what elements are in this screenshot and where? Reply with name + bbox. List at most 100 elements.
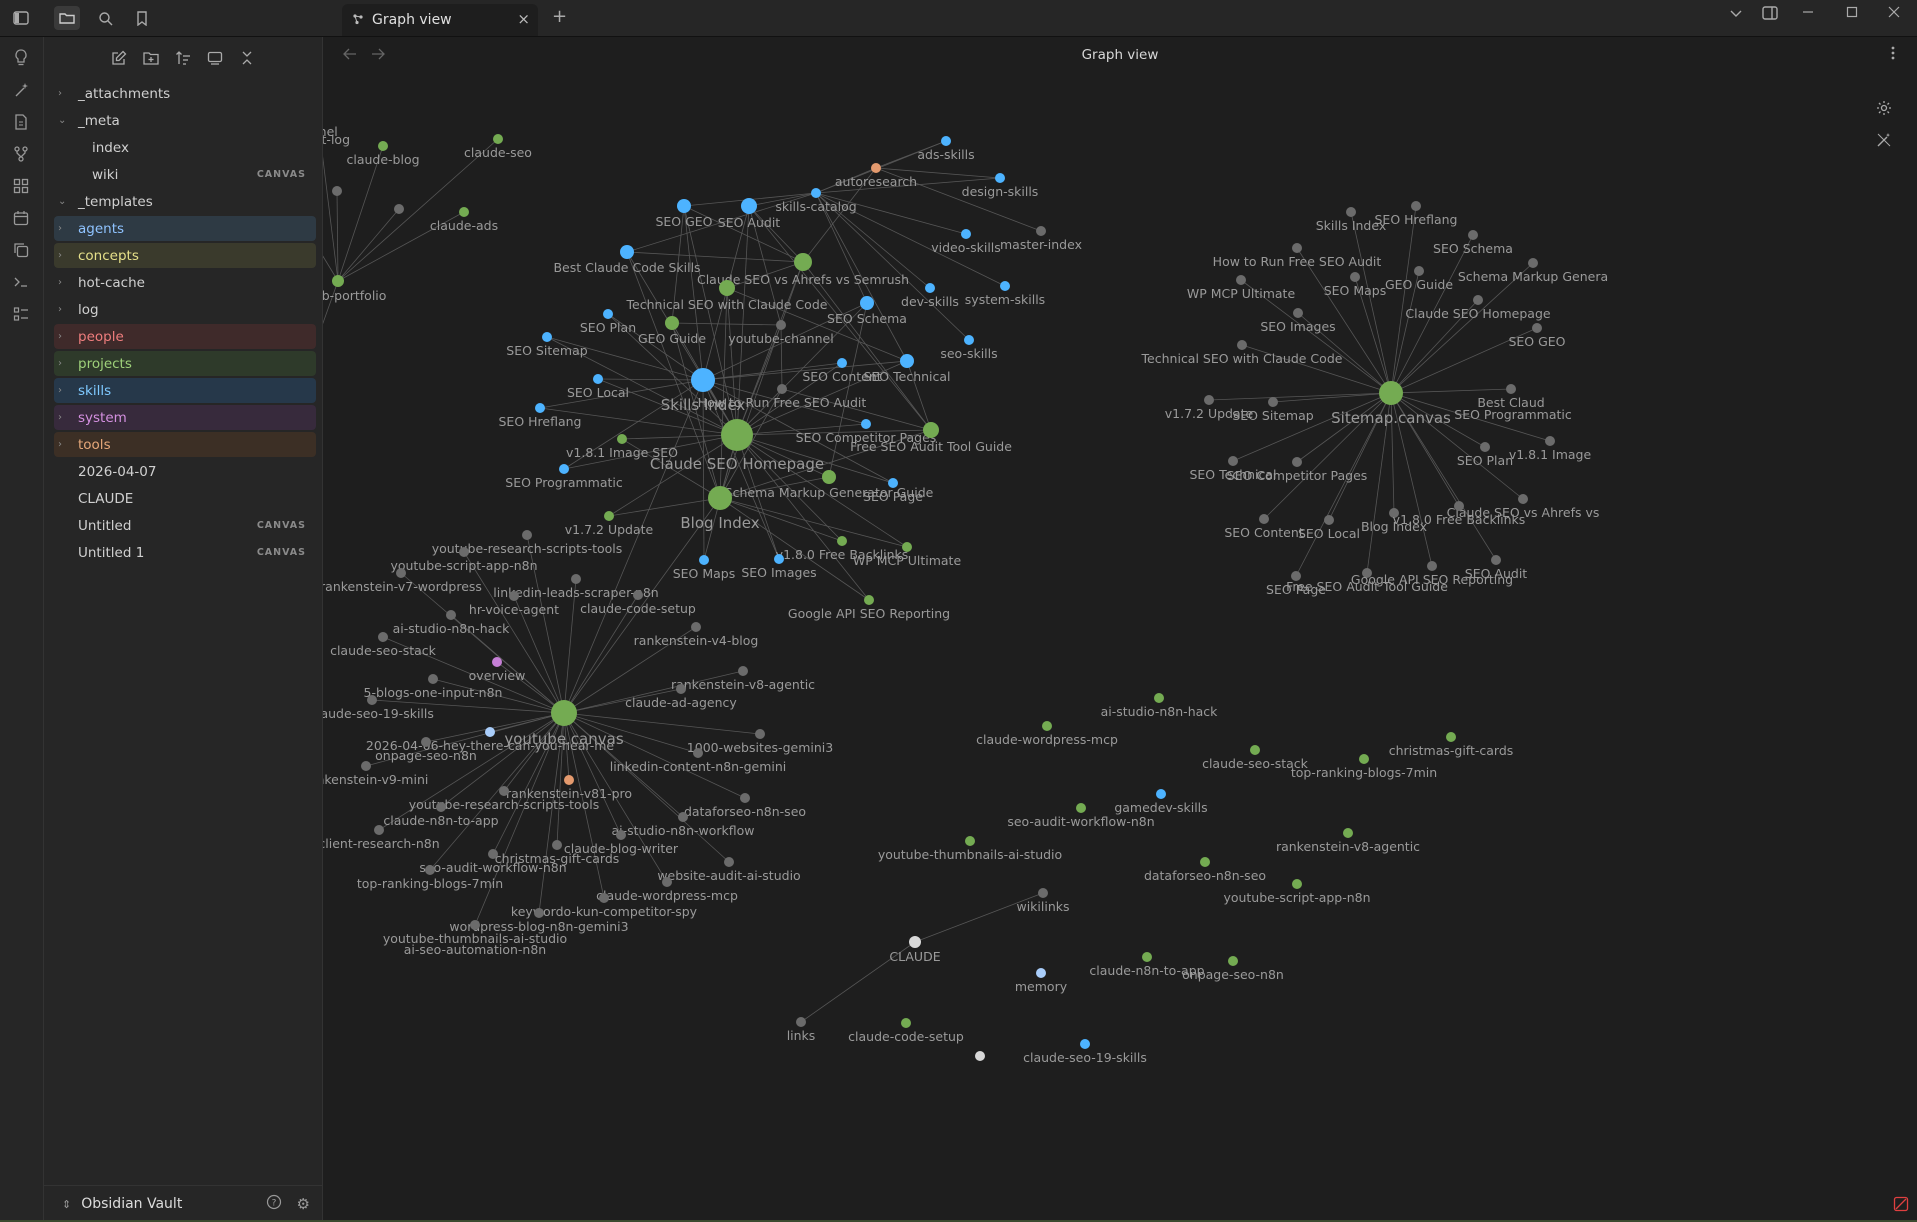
graph-node[interactable]: SEO Content — [1224, 514, 1304, 540]
sync-error-icon[interactable] — [1893, 1196, 1909, 1216]
graph-node[interactable]: SEO Plan — [1457, 442, 1513, 468]
minimize-icon[interactable] — [1794, 6, 1822, 22]
folder-icon[interactable] — [54, 6, 80, 30]
graph-node-dot[interactable] — [535, 403, 545, 413]
graph-node-dot[interactable] — [593, 374, 603, 384]
tree-item[interactable]: ⌄ _templates — [54, 189, 316, 214]
graph-node-dot[interactable] — [1000, 281, 1010, 291]
graph-node-dot[interactable] — [965, 836, 975, 846]
graph-node-dot[interactable] — [603, 309, 613, 319]
graph-node-dot[interactable] — [534, 908, 544, 918]
graph-node-dot[interactable] — [740, 793, 750, 803]
graph-node-dot[interactable] — [871, 163, 881, 173]
graph-node[interactable]: ai-seo-automation-n8n — [404, 942, 546, 957]
graph-node[interactable]: github-portfolio — [323, 275, 386, 303]
graph-node[interactable]: 1000-websites-gemini3 — [687, 729, 833, 755]
graph-node[interactable]: SEO Maps — [1324, 272, 1387, 298]
graph-node[interactable]: WP MCP Ultimate — [853, 542, 962, 568]
tree-item[interactable]: › people — [54, 324, 316, 349]
graph-node-dot[interactable] — [1532, 323, 1542, 333]
graph-node[interactable]: SEO Programmatic — [505, 464, 623, 490]
graph-node-dot[interactable] — [961, 229, 971, 239]
graph-node-dot[interactable] — [1343, 828, 1353, 838]
new-tab-button[interactable]: + — [552, 6, 567, 27]
graph-node-dot[interactable] — [677, 199, 691, 213]
graph-node-dot[interactable] — [559, 464, 569, 474]
graph-node[interactable]: SEO Maps — [673, 555, 736, 581]
graph-canvas[interactable]: channelingest-logclaude-blogclaude-seoe-… — [323, 37, 1917, 1222]
terminal-icon[interactable] — [9, 270, 33, 294]
graph-node-dot[interactable] — [860, 296, 874, 310]
graph-node[interactable] — [332, 186, 342, 196]
graph-node[interactable]: website-audit-ai-studio — [657, 857, 801, 883]
graph-node-dot[interactable] — [676, 684, 686, 694]
graph-node[interactable]: skills-catalog — [775, 188, 857, 214]
graph-node-dot[interactable] — [964, 335, 974, 345]
graph-node-dot[interactable] — [361, 761, 371, 771]
graph-node[interactable]: SEO Schema — [827, 296, 907, 326]
search-icon[interactable] — [92, 6, 118, 30]
graph-node-dot[interactable] — [794, 253, 812, 271]
graph-node-dot[interactable] — [822, 470, 836, 484]
graph-node[interactable]: youtube-thumbnails-ai-studio — [878, 836, 1062, 862]
graph-node-dot[interactable] — [620, 245, 634, 259]
graph-node-dot[interactable] — [1250, 745, 1260, 755]
graph-node[interactable]: claude-blog — [346, 141, 420, 167]
graph-node[interactable]: dev-skills — [901, 283, 959, 309]
graph-node[interactable]: claude-wordpress-mcp — [976, 721, 1118, 747]
graph-node[interactable]: Best Claude Code Skills — [553, 245, 701, 275]
graph-node[interactable]: christmas-gift-cards — [1389, 732, 1514, 758]
tree-item[interactable]: ⌄ _meta — [54, 108, 316, 133]
graph-node-dot[interactable] — [1346, 207, 1356, 217]
graph-node-dot[interactable] — [394, 204, 404, 214]
graph-node-dot[interactable] — [604, 511, 614, 521]
graph-node[interactable]: How to Run Free SEO Audit — [1213, 243, 1382, 269]
graph-node-dot[interactable] — [864, 595, 874, 605]
graph-node[interactable]: SEO Programmatic — [1454, 407, 1572, 422]
graph-node-dot[interactable] — [1292, 879, 1302, 889]
graph-node-dot[interactable] — [459, 207, 469, 217]
graph-node-dot[interactable] — [741, 198, 757, 214]
graph-node-dot[interactable] — [1411, 201, 1421, 211]
graph-node[interactable]: SEO Images — [1260, 308, 1336, 334]
graph-node-dot[interactable] — [1204, 395, 1214, 405]
animate-wand-icon[interactable] — [1873, 129, 1895, 151]
graph-node-dot[interactable] — [436, 802, 446, 812]
graph-node-dot[interactable] — [1379, 381, 1403, 405]
graph-node-dot[interactable] — [1237, 340, 1247, 350]
graph-node[interactable]: Google API SEO Reporting — [788, 595, 950, 621]
close-window-icon[interactable] — [1880, 6, 1908, 22]
grid-icon[interactable] — [9, 174, 33, 198]
sort-icon[interactable] — [172, 47, 194, 69]
graph-node-dot[interactable] — [374, 825, 384, 835]
graph-node-dot[interactable] — [724, 857, 734, 867]
graph-node-dot[interactable] — [1142, 952, 1152, 962]
graph-node[interactable]: SEO Hreflang — [1375, 201, 1458, 227]
graph-node-dot[interactable] — [509, 591, 519, 601]
graph-node[interactable]: SEO Schema — [1433, 230, 1513, 256]
graph-node-dot[interactable] — [691, 622, 701, 632]
graph-node-dot[interactable] — [1446, 732, 1456, 742]
bookmark-icon[interactable] — [129, 6, 155, 30]
sidebar-toggle-icon[interactable] — [8, 6, 34, 30]
graph-node-dot[interactable] — [1259, 514, 1269, 524]
graph-node[interactable]: master-index — [1000, 226, 1082, 252]
graph-node[interactable]: SEO Page — [863, 478, 923, 504]
graph-node[interactable]: Sitemap.canvas — [1331, 381, 1451, 427]
graph-node[interactable]: gamedev-skills — [1114, 789, 1208, 815]
graph-node-dot[interactable] — [708, 486, 732, 510]
graph-node[interactable]: SEO Sitemap — [506, 332, 588, 358]
graph-node[interactable]: SEO Local — [1298, 515, 1360, 541]
graph-node-dot[interactable] — [1228, 456, 1238, 466]
graph-node-dot[interactable] — [485, 727, 495, 737]
graph-node-dot[interactable] — [1506, 384, 1516, 394]
right-sidebar-toggle-icon[interactable] — [1756, 6, 1784, 24]
tree-item[interactable]: › log — [54, 297, 316, 322]
graph-node[interactable]: claude-code-setup — [848, 1018, 964, 1044]
graph-node-dot[interactable] — [888, 478, 898, 488]
graph-node-dot[interactable] — [1518, 494, 1528, 504]
graph-node[interactable]: Technical SEO with Claude Code — [1141, 340, 1343, 366]
graph-node-dot[interactable] — [1036, 226, 1046, 236]
graph-node[interactable]: GEO Guide — [1385, 266, 1453, 292]
graph-node[interactable]: ingest-log — [323, 132, 350, 147]
